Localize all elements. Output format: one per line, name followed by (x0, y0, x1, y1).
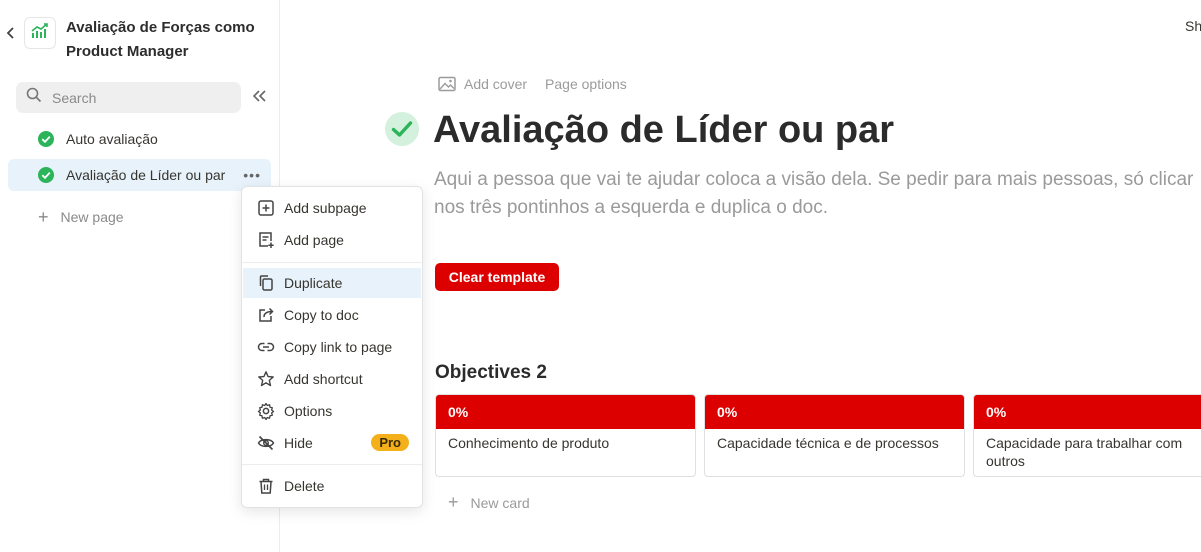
clear-template-button[interactable]: Clear template (435, 263, 559, 291)
menu-item-label: Hide (284, 435, 313, 451)
new-card-label: New card (470, 494, 530, 511)
sidebar-item-label: Auto avaliação (66, 131, 158, 147)
section-title[interactable]: Objectives 2 (435, 362, 547, 384)
menu-item-label: Copy link to page (284, 339, 393, 355)
objective-card[interactable]: 0% Capacidade para trabalhar com outros (973, 394, 1201, 477)
menu-item-label: Add shortcut (284, 371, 363, 387)
menu-divider (242, 262, 422, 263)
new-card-button[interactable]: + New card (448, 492, 530, 513)
page-subtitle[interactable]: Aqui a pessoa que vai te ajudar coloca a… (434, 166, 1201, 222)
collapse-sidebar-button[interactable] (250, 88, 270, 108)
card-progress: 0% (974, 395, 1201, 429)
menu-item-hide[interactable]: Hide Pro (243, 428, 421, 458)
menu-item-label: Options (284, 403, 333, 419)
doc-header: Avaliação de Forças como Product Manager (0, 8, 280, 68)
sidebar: Avaliação de Forças como Product Manager… (0, 0, 280, 552)
new-page-label: New page (60, 209, 124, 225)
menu-item-label: Add subpage (284, 200, 367, 216)
menu-item-add-page[interactable]: Add page (243, 225, 421, 255)
menu-item-copy-to-doc[interactable]: Copy to doc (243, 300, 421, 330)
check-circle-icon (38, 131, 54, 150)
menu-item-label: Add page (284, 232, 344, 248)
card-progress: 0% (436, 395, 695, 429)
share-button[interactable]: Sh (1185, 18, 1201, 34)
trash-icon (259, 478, 273, 494)
objective-card[interactable]: 0% Conhecimento de produto (435, 394, 696, 477)
sidebar-item-avaliacao-lider[interactable]: Avaliação de Líder ou par ••• (8, 159, 271, 191)
card-text: Capacidade para trabalhar com outros (986, 435, 1183, 469)
plus-icon: + (38, 206, 49, 227)
menu-item-label: Delete (284, 478, 325, 494)
menu-item-options[interactable]: Options (243, 396, 421, 426)
add-page-icon (259, 232, 274, 248)
search-input[interactable] (52, 89, 222, 106)
link-icon (257, 342, 275, 352)
growth-chart-icon (30, 22, 50, 45)
menu-item-add-subpage[interactable]: Add subpage (243, 193, 421, 223)
menu-divider (242, 464, 422, 465)
sidebar-item-label: Avaliação de Líder ou par (66, 167, 226, 183)
eye-off-icon (257, 435, 275, 451)
sidebar-item-auto-avaliacao[interactable]: Auto avaliação (8, 123, 271, 155)
doc-logo[interactable] (24, 17, 56, 49)
add-cover-label: Add cover (464, 76, 528, 92)
double-chevron-left-icon (252, 89, 267, 107)
plus-icon: + (448, 492, 459, 512)
page-header-controls: Add cover Page options (438, 76, 627, 92)
search-icon (26, 87, 42, 108)
page-check-icon[interactable] (385, 112, 419, 146)
page-options-button[interactable]: Page options (545, 76, 627, 92)
page-context-menu: Add subpage Add page Duplicate Copy to d… (241, 186, 423, 508)
image-icon (438, 76, 456, 92)
menu-item-label: Copy to doc (284, 307, 359, 323)
chevron-left-icon[interactable] (6, 26, 18, 40)
menu-item-duplicate[interactable]: Duplicate (243, 268, 421, 298)
duplicate-icon (259, 275, 273, 291)
menu-item-delete[interactable]: Delete (243, 471, 421, 501)
check-circle-icon (38, 167, 54, 186)
card-text: Conhecimento de produto (448, 435, 610, 451)
search-box[interactable] (16, 82, 241, 113)
menu-item-label: Duplicate (284, 275, 343, 291)
card-text: Capacidade técnica e de processos (717, 435, 939, 451)
objective-card[interactable]: 0% Capacidade técnica e de processos (704, 394, 965, 477)
page-title[interactable]: Avaliação de Líder ou par (433, 106, 894, 154)
gear-icon (257, 402, 275, 420)
share-out-icon (259, 307, 274, 322)
pro-badge: Pro (371, 434, 409, 451)
card-progress: 0% (705, 395, 964, 429)
add-cover-button[interactable]: Add cover (438, 76, 527, 92)
new-page-button[interactable]: + New page (38, 206, 124, 228)
star-icon (258, 371, 274, 387)
menu-item-copy-link[interactable]: Copy link to page (243, 332, 421, 362)
more-options-icon[interactable]: ••• (243, 167, 261, 183)
add-square-icon (258, 200, 274, 216)
doc-title[interactable]: Avaliação de Forças como Product Manager (66, 16, 266, 64)
menu-item-add-shortcut[interactable]: Add shortcut (243, 364, 421, 394)
